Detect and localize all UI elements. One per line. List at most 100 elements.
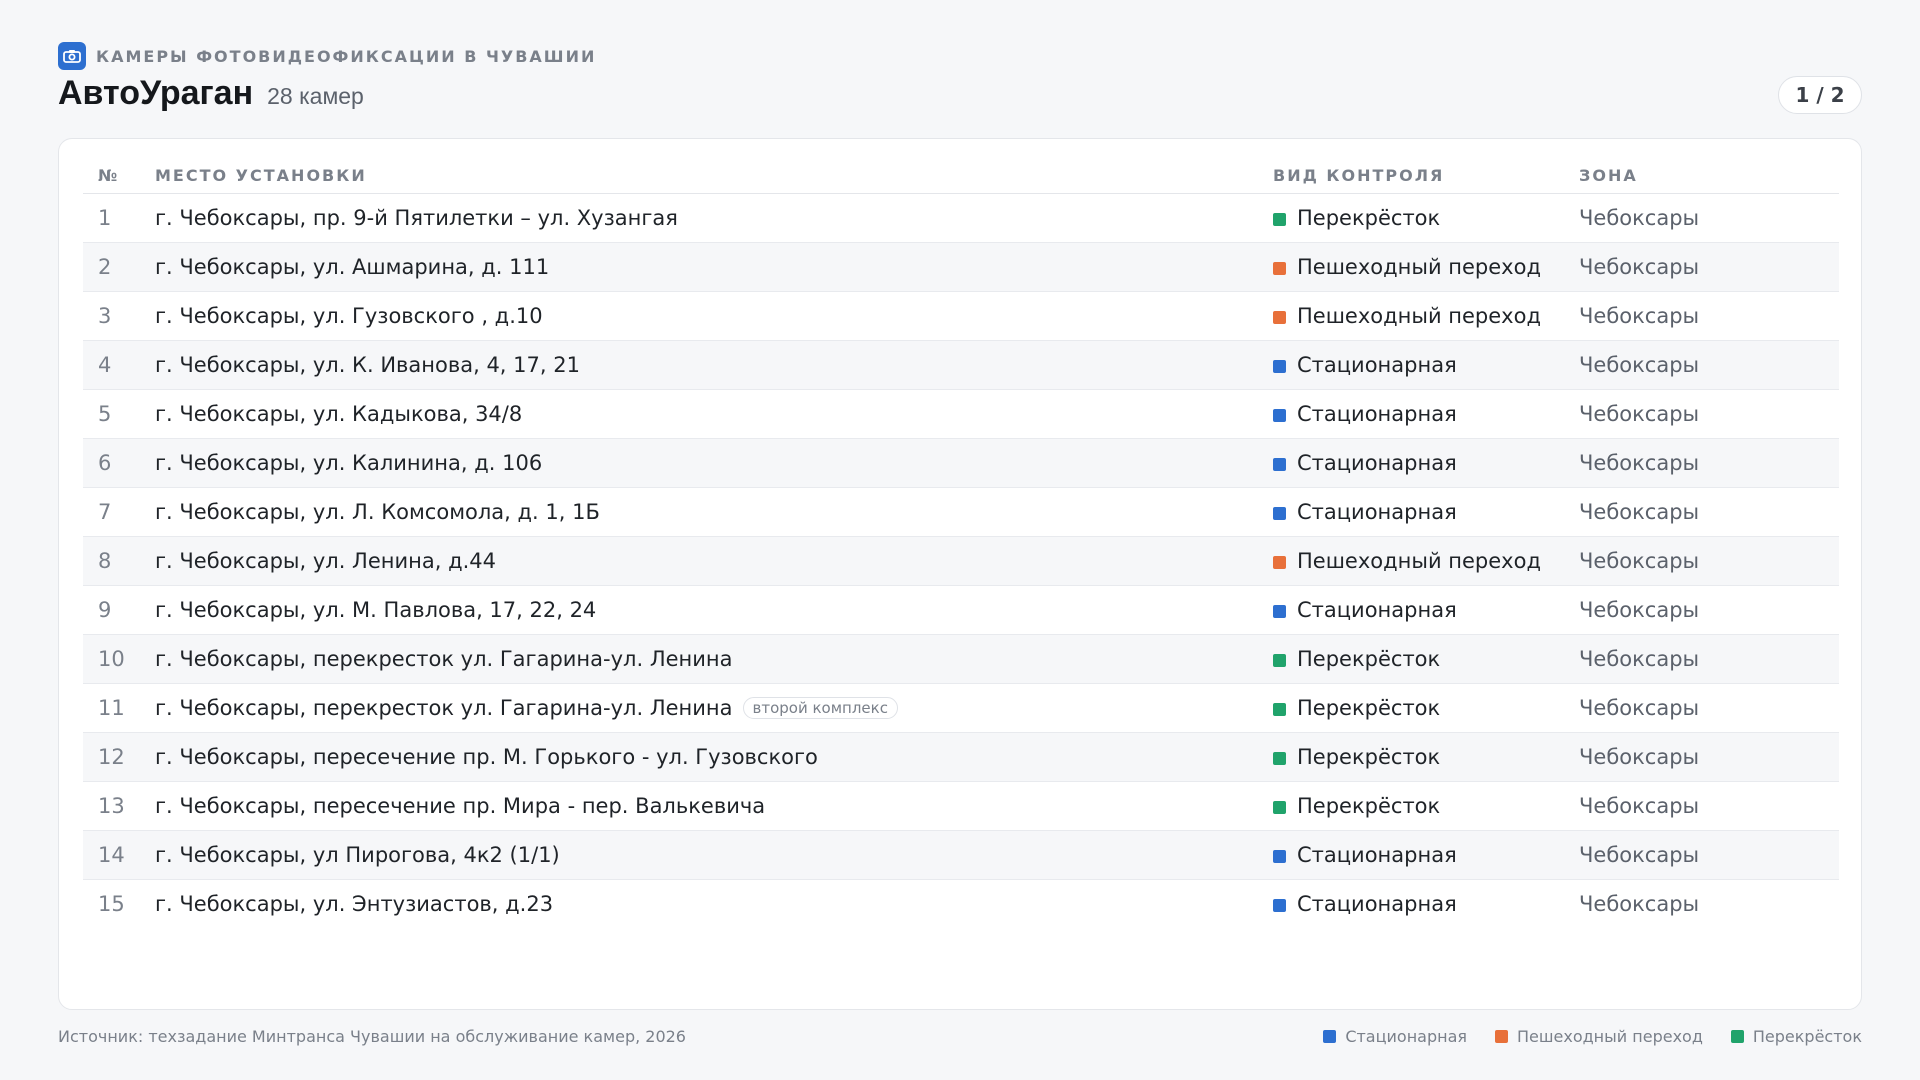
row-place: г. Чебоксары, ул. Калинина, д. 106 xyxy=(155,451,543,475)
row-place-cell: г. Чебоксары, пересечение пр. М. Горьког… xyxy=(155,732,1273,782)
type-color-marker xyxy=(1273,311,1286,324)
row-place: г. Чебоксары, пересечение пр. Мира - пер… xyxy=(155,794,766,818)
table-row[interactable]: 8 г. Чебоксары, ул. Ленина, д.44 Пешеходны… xyxy=(83,536,1839,586)
row-number: 8 xyxy=(83,536,155,586)
row-zone: Чебоксары xyxy=(1579,242,1839,292)
table-row[interactable]: 15 г. Чебоксары, ул. Энтузиастов, д.23 Ста… xyxy=(83,880,1839,929)
type-color-marker xyxy=(1273,458,1286,471)
row-zone: Чебоксары xyxy=(1579,732,1839,782)
row-place-cell: г. Чебоксары, перекресток ул. Гагарина-у… xyxy=(155,683,1273,733)
row-number: 6 xyxy=(83,438,155,488)
table-row[interactable]: 13 г. Чебоксары, пересечение пр. Мира - п… xyxy=(83,781,1839,831)
table-row[interactable]: 2 г. Чебоксары, ул. Ашмарина, д. 111 Пешех… xyxy=(83,242,1839,292)
table-row[interactable]: 14 г. Чебоксары, ул Пирогова, 4к2 (1/1) Ст… xyxy=(83,830,1839,880)
legend-label: Пешеходный переход xyxy=(1517,1027,1703,1046)
row-number: 3 xyxy=(83,291,155,341)
table-row[interactable]: 12 г. Чебоксары, пересечение пр. М. Горьк… xyxy=(83,732,1839,782)
row-number: 7 xyxy=(83,487,155,537)
row-place: г. Чебоксары, перекресток ул. Гагарина-у… xyxy=(155,647,733,671)
row-number: 1 xyxy=(83,193,155,243)
table-row[interactable]: 5 г. Чебоксары, ул. Кадыкова, 34/8 Стацион… xyxy=(83,389,1839,439)
kicker-text: КАМЕРЫ ФОТОВИДЕОФИКСАЦИИ В ЧУВАШИИ xyxy=(96,46,597,66)
table-row[interactable]: 7 г. Чебоксары, ул. Л. Комсомола, д. 1, 1… xyxy=(83,487,1839,537)
row-place-cell: г. Чебоксары, ул. Ашмарина, д. 111 xyxy=(155,242,1273,292)
row-place-cell: г. Чебоксары, ул. Ленина, д.44 xyxy=(155,536,1273,586)
table-row[interactable]: 9 г. Чебоксары, ул. М. Павлова, 17, 22, 2… xyxy=(83,585,1839,635)
row-type-cell: Перекрёсток xyxy=(1273,634,1579,684)
row-place-cell: г. Чебоксары, ул. Калинина, д. 106 xyxy=(155,438,1273,488)
type-color-marker xyxy=(1273,409,1286,422)
title-row: АвтоУраган 28 камер xyxy=(58,74,364,113)
row-place: г. Чебоксары, ул. Ленина, д.44 xyxy=(155,549,497,573)
type-color-marker xyxy=(1273,801,1286,814)
row-place: г. Чебоксары, ул. Л. Комсомола, д. 1, 1Б xyxy=(155,500,600,524)
row-place: г. Чебоксары, пересечение пр. М. Горьког… xyxy=(155,745,818,769)
source-note: Источник: техзадание Минтранса Чувашии н… xyxy=(58,1027,686,1046)
table-header-row: № МЕСТО УСТАНОВКИ ВИД КОНТРОЛЯ ЗОНА xyxy=(83,157,1839,194)
table-row[interactable]: 3 г. Чебоксары, ул. Гузовского , д.10 Пеше… xyxy=(83,291,1839,341)
row-place-cell: г. Чебоксары, ул. Л. Комсомола, д. 1, 1Б xyxy=(155,487,1273,537)
row-zone: Чебоксары xyxy=(1579,487,1839,537)
row-zone: Чебоксары xyxy=(1579,438,1839,488)
row-place-cell: г. Чебоксары, пр. 9-й Пятилетки – ул. Ху… xyxy=(155,193,1273,243)
row-type-cell: Стационарная xyxy=(1273,487,1579,537)
row-type-cell: Пешеходный переход xyxy=(1273,291,1579,341)
column-header-place: МЕСТО УСТАНОВКИ xyxy=(155,157,1273,194)
table-row[interactable]: 1 г. Чебоксары, пр. 9-й Пятилетки – ул. Х… xyxy=(83,193,1839,243)
row-type-cell: Стационарная xyxy=(1273,830,1579,880)
legend-item: Пешеходный переход xyxy=(1495,1027,1703,1046)
row-zone: Чебоксары xyxy=(1579,536,1839,586)
row-place-cell: г. Чебоксары, пересечение пр. Мира - пер… xyxy=(155,781,1273,831)
legend-color-marker xyxy=(1323,1030,1337,1043)
row-type-cell: Перекрёсток xyxy=(1273,732,1579,782)
row-number: 2 xyxy=(83,242,155,292)
type-color-marker xyxy=(1273,899,1286,912)
row-place-cell: г. Чебоксары, ул Пирогова, 4к2 (1/1) xyxy=(155,830,1273,880)
row-type-cell: Пешеходный переход xyxy=(1273,242,1579,292)
row-type-cell: Перекрёсток xyxy=(1273,781,1579,831)
row-tag-badge: второй комплекс xyxy=(742,697,898,719)
row-type: Перекрёсток xyxy=(1297,206,1441,230)
row-zone: Чебоксары xyxy=(1579,892,1700,916)
row-type: Перекрёсток xyxy=(1297,745,1441,769)
row-number: 9 xyxy=(83,585,155,635)
type-color-marker xyxy=(1273,654,1286,667)
legend-item: Перекрёсток xyxy=(1730,1027,1862,1046)
row-number: 15 xyxy=(98,892,125,916)
row-type: Пешеходный переход xyxy=(1297,304,1541,328)
type-color-marker xyxy=(1273,605,1286,618)
page-indicator[interactable]: 1 / 2 xyxy=(1778,76,1862,114)
type-color-marker xyxy=(1273,213,1286,226)
table-row[interactable]: 4 г. Чебоксары, ул. К. Иванова, 4, 17, 21… xyxy=(83,340,1839,390)
row-place: г. Чебоксары, ул. Гузовского , д.10 xyxy=(155,304,543,328)
row-zone: Чебоксары xyxy=(1579,291,1839,341)
row-zone: Чебоксары xyxy=(1579,781,1839,831)
header-kicker: КАМЕРЫ ФОТОВИДЕОФИКСАЦИИ В ЧУВАШИИ xyxy=(58,42,596,70)
row-place-cell: г. Чебоксары, ул. М. Павлова, 17, 22, 24 xyxy=(155,585,1273,635)
row-place-cell: г. Чебоксары, ул. Энтузиастов, д.23 xyxy=(155,880,1273,929)
row-type-cell: Стационарная xyxy=(1273,585,1579,635)
row-number: 13 xyxy=(83,781,155,831)
legend-color-marker xyxy=(1495,1030,1508,1043)
table-row[interactable]: 11 г. Чебоксары, перекресток ул. Гагарина… xyxy=(83,683,1839,733)
row-place: г. Чебоксары, ул. М. Павлова, 17, 22, 24 xyxy=(155,598,597,622)
type-color-marker xyxy=(1273,850,1286,863)
row-type: Стационарная xyxy=(1297,500,1457,524)
row-type-cell: Стационарная xyxy=(1273,438,1579,488)
legend-item: Стационарная xyxy=(1323,1027,1467,1046)
row-number: 5 xyxy=(83,389,155,439)
table-row[interactable]: 6 г. Чебоксары, ул. Калинина, д. 106 Стаци… xyxy=(83,438,1839,488)
table-row[interactable]: 10 г. Чебоксары, перекресток ул. Гагарина… xyxy=(83,634,1839,684)
legend-label: Стационарная xyxy=(1345,1027,1467,1046)
row-type: Стационарная xyxy=(1297,843,1457,867)
row-type-cell: Стационарная xyxy=(1273,880,1579,929)
row-zone: Чебоксары xyxy=(1579,634,1839,684)
row-number: 11 xyxy=(83,683,155,733)
row-zone: Чебоксары xyxy=(1579,683,1839,733)
row-type: Стационарная xyxy=(1297,892,1457,916)
row-place: г. Чебоксары, ул. Ашмарина, д. 111 xyxy=(155,255,550,279)
row-place: г. Чебоксары, перекресток ул. Гагарина-у… xyxy=(155,696,733,720)
row-place-cell: г. Чебоксары, ул. Кадыкова, 34/8 xyxy=(155,389,1273,439)
row-type-cell: Перекрёсток xyxy=(1273,683,1579,733)
cameras-table: № МЕСТО УСТАНОВКИ ВИД КОНТРОЛЯ ЗОНА 1 г. … xyxy=(83,157,1839,928)
